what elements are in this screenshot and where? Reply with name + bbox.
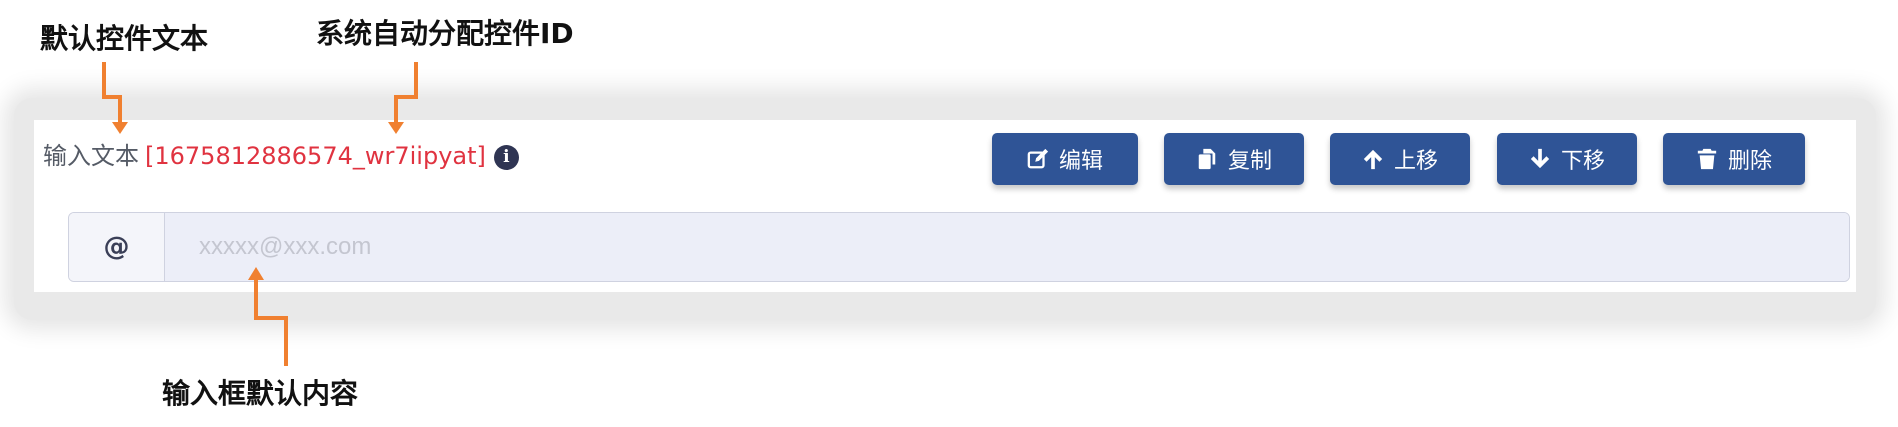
at-sign-addon: @ — [69, 213, 165, 281]
arrow-down-icon — [1530, 148, 1550, 169]
move-up-button-label: 上移 — [1393, 149, 1438, 174]
email-input-group: @ — [68, 212, 1850, 282]
edit-button[interactable]: 编辑 — [992, 133, 1138, 185]
field-label-row: 输入文本 [1675812886574_wr7iipyat] i — [43, 140, 519, 172]
field-id: [1675812886574_wr7iipyat] — [145, 142, 486, 170]
arrow-up-icon — [1363, 149, 1383, 170]
move-down-button-label: 下移 — [1560, 149, 1605, 174]
move-up-button[interactable]: 上移 — [1330, 133, 1470, 185]
delete-button[interactable]: 删除 — [1663, 133, 1805, 185]
edit-button-label: 编辑 — [1058, 149, 1103, 174]
annotation-input-placeholder: 输入框默认内容 — [162, 377, 359, 410]
edit-icon — [1027, 148, 1049, 169]
trash-icon — [1697, 148, 1717, 170]
delete-button-label: 删除 — [1727, 149, 1772, 174]
copy-icon — [1198, 148, 1216, 170]
info-circle-icon[interactable]: i — [493, 145, 519, 170]
email-input[interactable] — [165, 213, 1849, 281]
copy-button-label: 复制 — [1227, 149, 1272, 174]
copy-button[interactable]: 复制 — [1164, 133, 1304, 185]
annotation-system-id: 系统自动分配控件ID — [316, 17, 574, 50]
field-label: 输入文本 — [43, 142, 139, 170]
annotation-default-text: 默认控件文本 — [40, 22, 209, 55]
move-down-button[interactable]: 下移 — [1497, 133, 1637, 185]
